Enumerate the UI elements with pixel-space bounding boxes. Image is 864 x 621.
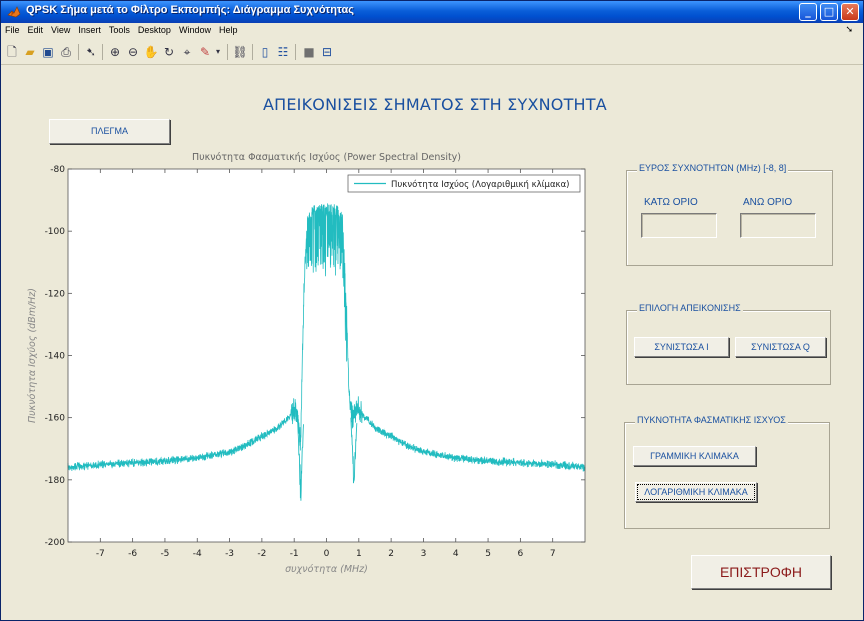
upper-limit-input[interactable]	[740, 213, 816, 238]
menu-overflow-icon[interactable]: ➘	[845, 25, 853, 35]
x-tick-label: -7	[96, 549, 105, 559]
legend-label: Πυκνότητα Ισχύος (Λογαριθμική κλίμακα)	[391, 179, 569, 190]
freq-range-legend: ΕΥΡΟΣ ΣΥΧΝΟΤΗΤΩΝ (MHz) [-8, 8]	[637, 163, 789, 173]
y-axis-label: Πυκνότητα Ισχύος (dBm/Hz)	[27, 288, 38, 423]
return-button[interactable]: ΕΠΙΣΤΡΟΦΗ	[691, 555, 831, 589]
x-tick-label: -4	[193, 549, 202, 559]
x-tick-label: 1	[356, 549, 362, 559]
x-tick-label: -1	[290, 549, 299, 559]
y-tick-label: -100	[45, 227, 66, 237]
y-tick-label: -120	[45, 289, 66, 299]
x-tick-label: 3	[421, 549, 427, 559]
log-scale-button[interactable]: ΛΟΓΑΡΙΘΜΙΚΗ ΚΛΙΜΑΚΑ	[635, 482, 757, 502]
x-tick-label: -3	[225, 549, 234, 559]
x-tick-label: 4	[453, 549, 459, 559]
component-q-button[interactable]: ΣΥΝΙΣΤΩΣΑ Q	[735, 337, 826, 357]
minimize-icon: _	[805, 5, 811, 18]
chart-title: Πυκνότητα Φασματικής Ισχύος (Power Spect…	[192, 152, 461, 163]
maximize-button[interactable]: □	[820, 3, 838, 21]
close-icon: ✕	[845, 5, 855, 18]
component-i-button[interactable]: ΣΥΝΙΣΤΩΣΑ I	[634, 337, 729, 357]
maximize-icon: □	[823, 5, 835, 18]
x-tick-label: -2	[257, 549, 266, 559]
lower-limit-label: ΚΑΤΩ ΟΡΙΟ	[644, 197, 698, 208]
x-tick-label: 6	[518, 549, 524, 559]
x-axis-label: συχνότητα (MHz)	[285, 564, 368, 575]
x-tick-label: 5	[485, 549, 491, 559]
upper-limit-label: ΑΝΩ ΟΡΙΟ	[743, 197, 793, 208]
display-select-legend: ΕΠΙΛΟΓΗ ΑΠΕΙΚΟΝΙΣΗΣ	[637, 303, 743, 313]
y-tick-label: -200	[45, 538, 66, 548]
x-tick-label: 0	[324, 549, 330, 559]
lower-limit-input[interactable]	[641, 213, 717, 238]
y-tick-label: -140	[45, 352, 66, 362]
x-tick-label: 2	[388, 549, 394, 559]
figure-window: QPSK Σήμα μετά το Φίλτρο Εκπομπής: Διάγρ…	[0, 0, 864, 621]
psd-scale-legend: ΠΥΚΝΟΤΗΤΑ ΦΑΣΜΑΤΙΚΗΣ ΙΣΧΥΟΣ	[635, 415, 788, 425]
plot-area[interactable]	[68, 169, 585, 542]
minimize-button[interactable]: _	[799, 3, 817, 21]
y-tick-label: -180	[45, 476, 66, 486]
y-tick-label: -160	[45, 414, 66, 424]
psd-plot[interactable]: Πυκνότητα Φασματικής Ισχύος (Power Spect…	[1, 1, 621, 601]
linear-scale-button[interactable]: ΓΡΑΜΜΙΚΗ ΚΛΙΜΑΚΑ	[633, 446, 756, 466]
x-tick-label: -6	[128, 549, 137, 559]
close-button[interactable]: ✕	[841, 3, 859, 21]
x-tick-label: -5	[160, 549, 169, 559]
psd-scale-panel: ΠΥΚΝΟΤΗΤΑ ΦΑΣΜΑΤΙΚΗΣ ΙΣΧΥΟΣ	[624, 415, 830, 529]
y-tick-label: -80	[50, 165, 65, 175]
x-tick-label: 7	[550, 549, 556, 559]
